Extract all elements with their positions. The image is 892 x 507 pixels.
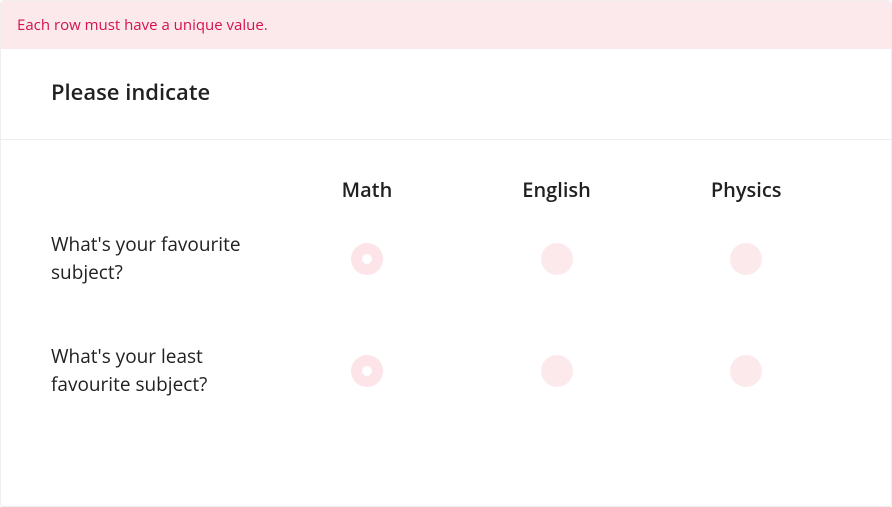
matrix-container: Math English Physics What's your favouri… xyxy=(1,140,891,467)
radio-least-english[interactable] xyxy=(541,355,573,387)
radio-cell xyxy=(651,203,841,315)
matrix-row-favourite: What's your favourite subject? xyxy=(51,203,841,315)
radio-cell xyxy=(272,315,462,427)
matrix-header-row: Math English Physics xyxy=(51,176,841,203)
matrix-corner-cell xyxy=(51,176,272,203)
matrix-row-least-favourite: What's your least favourite subject? xyxy=(51,315,841,427)
column-header-math: Math xyxy=(272,176,462,203)
survey-card: Each row must have a unique value. Pleas… xyxy=(0,0,892,507)
row-label: What's your favourite subject? xyxy=(51,231,272,286)
radio-cell xyxy=(272,203,462,315)
question-title: Please indicate xyxy=(51,77,841,107)
question-header: Please indicate xyxy=(1,49,891,140)
matrix-table: Math English Physics What's your favouri… xyxy=(51,176,841,427)
error-banner: Each row must have a unique value. xyxy=(1,1,891,49)
radio-least-physics[interactable] xyxy=(730,355,762,387)
row-label-cell: What's your least favourite subject? xyxy=(51,315,272,427)
error-message: Each row must have a unique value. xyxy=(17,15,268,35)
row-label: What's your least favourite subject? xyxy=(51,343,272,398)
row-label-cell: What's your favourite subject? xyxy=(51,203,272,315)
column-header-english: English xyxy=(462,176,652,203)
radio-favourite-english[interactable] xyxy=(541,243,573,275)
radio-cell xyxy=(651,315,841,427)
column-header-physics: Physics xyxy=(651,176,841,203)
radio-favourite-physics[interactable] xyxy=(730,243,762,275)
radio-favourite-math[interactable] xyxy=(351,243,383,275)
radio-cell xyxy=(462,315,652,427)
radio-cell xyxy=(462,203,652,315)
radio-least-math[interactable] xyxy=(351,355,383,387)
